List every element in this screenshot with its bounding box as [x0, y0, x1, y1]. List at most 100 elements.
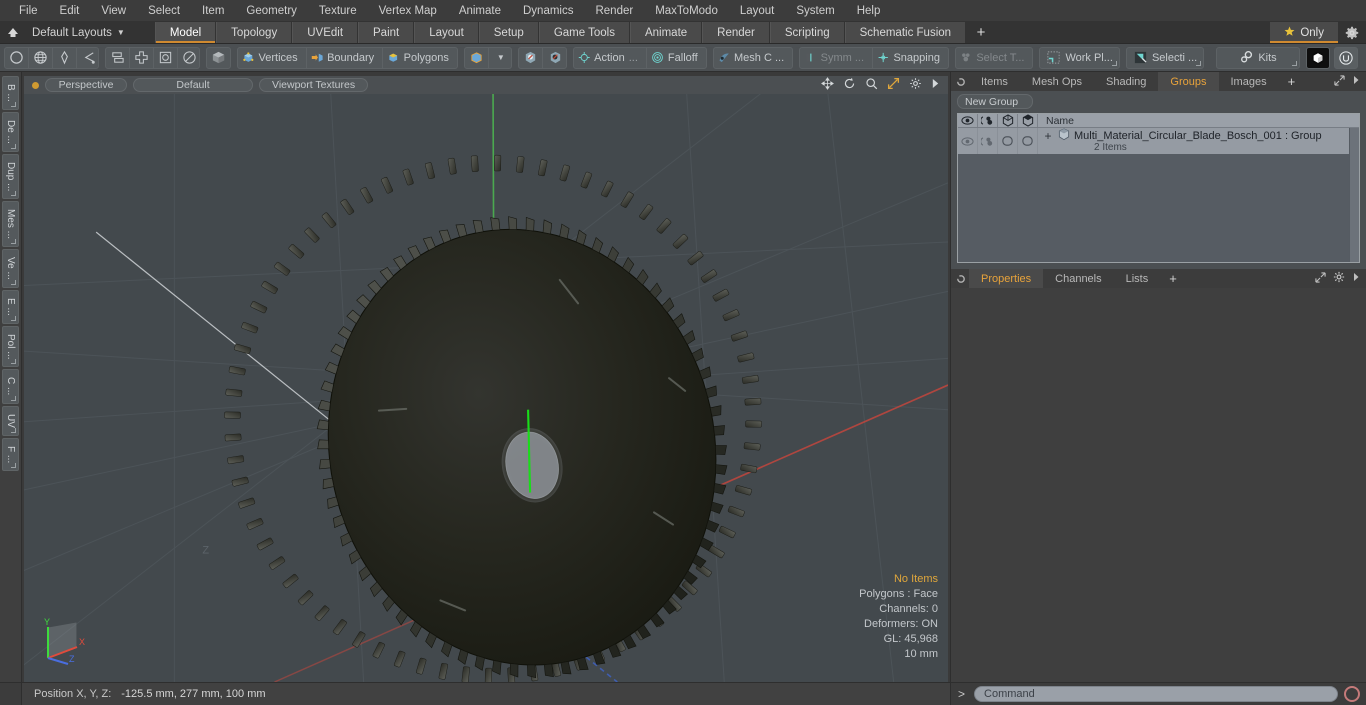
viewport-dot-icon[interactable]: [32, 81, 39, 89]
left-tab-edge[interactable]: E ...: [2, 289, 19, 324]
panel-tab-shading[interactable]: Shading: [1094, 72, 1159, 91]
menu-item-edit[interactable]: Edit: [49, 0, 91, 22]
shading-icon[interactable]: [1018, 114, 1038, 127]
zoom-view-icon[interactable]: [865, 77, 878, 93]
menu-item-animate[interactable]: Animate: [448, 0, 512, 22]
layout-tab-uvedit[interactable]: UVEdit: [292, 22, 359, 43]
move-view-icon[interactable]: [821, 77, 834, 93]
eye-icon[interactable]: [958, 114, 978, 127]
globe-icon[interactable]: [29, 47, 53, 68]
layout-tab-paint[interactable]: Paint: [358, 22, 415, 43]
cube-shaded-icon[interactable]: [207, 48, 230, 68]
menu-item-system[interactable]: System: [785, 0, 845, 22]
layout-tab-animate[interactable]: Animate: [629, 22, 703, 43]
command-input[interactable]: Command: [974, 686, 1338, 702]
properties-gear-icon[interactable]: [1333, 271, 1345, 286]
center-icon[interactable]: [130, 47, 154, 68]
row-eye-toggle[interactable]: [958, 128, 978, 154]
row-render-toggle[interactable]: [978, 128, 998, 154]
menu-item-geometry[interactable]: Geometry: [235, 0, 308, 22]
panel-tab-lists[interactable]: Lists: [1113, 269, 1161, 288]
only-toggle-button[interactable]: Only: [1270, 22, 1338, 43]
gear-icon[interactable]: [1338, 22, 1366, 43]
layout-tab-schematic-fusion[interactable]: Schematic Fusion: [844, 22, 967, 43]
wireframe-icon[interactable]: [998, 114, 1018, 127]
panel-dot-icon[interactable]: [953, 72, 969, 91]
panel-menu-arrow-icon[interactable]: [1352, 75, 1360, 88]
groups-list-empty-area[interactable]: [958, 154, 1359, 262]
expand-panel-icon-bottom[interactable]: [1315, 271, 1326, 286]
panel-tab-images[interactable]: Images: [1218, 72, 1279, 91]
snapping-button[interactable]: Snapping: [873, 48, 948, 68]
selection-mode-polygons[interactable]: Polygons: [383, 48, 457, 68]
record-circle-icon[interactable]: [1344, 686, 1360, 702]
add-panel-tab-button[interactable]: +: [1279, 72, 1305, 91]
left-tab-deform[interactable]: De ...: [2, 111, 19, 152]
rotate-view-icon[interactable]: [843, 77, 856, 93]
menu-item-item[interactable]: Item: [191, 0, 235, 22]
menu-item-dynamics[interactable]: Dynamics: [512, 0, 584, 22]
menu-item-file[interactable]: File: [8, 0, 49, 22]
menu-item-texture[interactable]: Texture: [308, 0, 368, 22]
layout-tab-layout[interactable]: Layout: [414, 22, 479, 43]
panel-tab-mesh-ops[interactable]: Mesh Ops: [1019, 72, 1095, 91]
layout-tab-scripting[interactable]: Scripting: [769, 22, 845, 43]
panel-dot-icon-bottom[interactable]: [953, 269, 969, 288]
work-plane-button[interactable]: Work Pl...: [1039, 46, 1120, 69]
select-through-button[interactable]: Select T...: [956, 48, 1033, 68]
snap-vertex-icon[interactable]: [519, 47, 544, 68]
3d-viewport[interactable]: Z No Items Polygons: Face Channels: 0 D…: [24, 94, 948, 682]
add-bottom-tab-button[interactable]: +: [1160, 269, 1186, 288]
unreal-badge-icon[interactable]: [1334, 46, 1358, 69]
pen-icon[interactable]: [53, 47, 77, 68]
modo-badge-icon[interactable]: [1306, 46, 1330, 69]
menu-item-view[interactable]: View: [90, 0, 137, 22]
home-icon[interactable]: [0, 22, 26, 43]
chevron-down-icon[interactable]: ▼: [489, 48, 511, 68]
left-tab-duplicate[interactable]: Dup ...: [2, 153, 19, 200]
menu-item-select[interactable]: Select: [137, 0, 191, 22]
left-tab-vertex[interactable]: Ve ...: [2, 249, 19, 288]
lasso-icon[interactable]: [77, 48, 98, 68]
panel-menu-arrow-icon-bottom[interactable]: [1352, 272, 1360, 285]
viewport-style-dropdown[interactable]: Default: [133, 78, 253, 92]
viewport-projection-dropdown[interactable]: Perspective: [45, 78, 127, 92]
ellipse-select-icon[interactable]: [178, 48, 199, 68]
panel-tab-channels[interactable]: Channels: [1043, 269, 1114, 288]
viewport-settings-gear-icon[interactable]: [909, 77, 922, 93]
viewport-textures-dropdown[interactable]: Viewport Textures: [259, 78, 369, 92]
layout-tab-setup[interactable]: Setup: [478, 22, 539, 43]
add-layout-tab-button[interactable]: +: [966, 22, 996, 43]
left-tab-basic[interactable]: B ...: [2, 76, 19, 110]
left-tab-curve[interactable]: C ...: [2, 369, 19, 404]
circle-icon[interactable]: [5, 47, 29, 68]
mesh-constraint-button[interactable]: Mesh C ...: [714, 48, 792, 68]
default-layouts-dropdown[interactable]: Default Layouts ▼: [26, 22, 135, 43]
layout-tab-render[interactable]: Render: [702, 22, 770, 43]
kits-button[interactable]: Kits: [1215, 46, 1300, 69]
selection-sets-button[interactable]: Selecti ...: [1125, 46, 1205, 69]
viewport-menu-arrow-icon[interactable]: [931, 78, 940, 92]
cube-icon[interactable]: [465, 47, 489, 68]
menu-item-maxtomodo[interactable]: MaxToModo: [644, 0, 729, 22]
new-group-button[interactable]: New Group: [957, 94, 1033, 109]
menu-item-vertex-map[interactable]: Vertex Map: [368, 0, 448, 22]
layout-tab-topology[interactable]: Topology: [216, 22, 293, 43]
expand-panel-icon[interactable]: [1334, 74, 1345, 89]
snap-edge-icon[interactable]: [543, 48, 565, 68]
fit-view-icon[interactable]: [887, 77, 900, 93]
menu-item-render[interactable]: Render: [584, 0, 644, 22]
panel-tab-groups[interactable]: Groups: [1158, 72, 1219, 91]
box-select-icon[interactable]: [154, 47, 178, 68]
layout-tab-game-tools[interactable]: Game Tools: [538, 22, 630, 43]
selection-mode-boundary[interactable]: Boundary: [307, 47, 384, 68]
groups-list-scrollbar-track[interactable]: [1349, 154, 1359, 262]
expand-row-button[interactable]: +: [1042, 129, 1054, 143]
symmetry-button[interactable]: Symm ...: [800, 47, 874, 68]
menu-item-help[interactable]: Help: [846, 0, 892, 22]
layout-tab-model[interactable]: Model: [154, 22, 217, 43]
falloff-button[interactable]: Falloff: [647, 48, 706, 68]
left-tab-uv[interactable]: UV: [2, 405, 19, 436]
panel-tab-items[interactable]: Items: [969, 72, 1020, 91]
table-row[interactable]: + Multi_Material_Circular_Blade_Bosch_00…: [958, 127, 1359, 154]
